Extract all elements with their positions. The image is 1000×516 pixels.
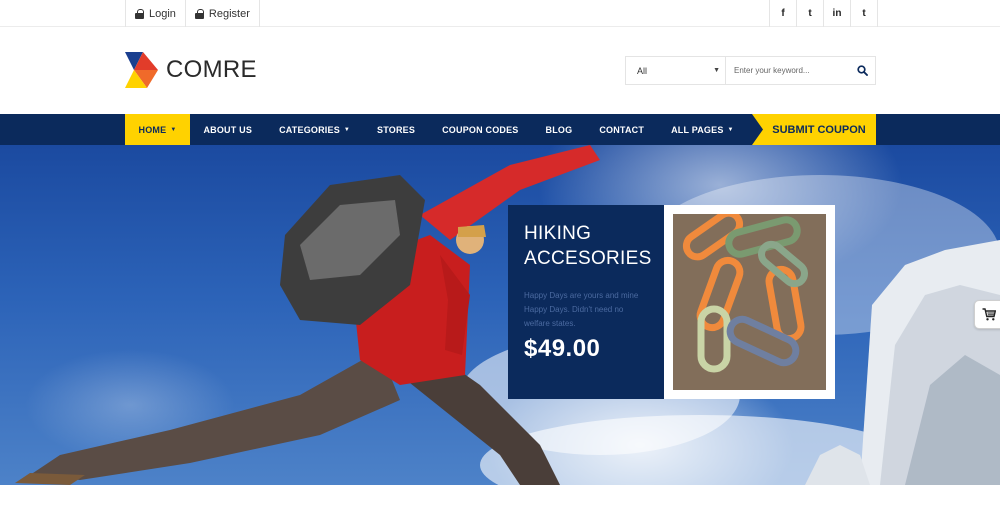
hero-background-image xyxy=(15,145,1000,485)
lock-icon xyxy=(194,8,204,19)
logo-mark-icon xyxy=(125,52,158,88)
promo-title-line-1: HIKING xyxy=(524,223,592,244)
nav-item-label: STORES xyxy=(377,124,416,135)
tumblr-link[interactable]: t xyxy=(851,0,878,27)
nav-item-contact[interactable]: CONTACT xyxy=(586,114,658,145)
nav-item-label: ALL PAGES xyxy=(671,124,724,135)
promo-title: HIKING ACCESORIES xyxy=(524,221,652,271)
nav-item-stores[interactable]: STORES xyxy=(364,114,429,145)
nav-item-categories[interactable]: CATEGORIES ▼ xyxy=(266,114,364,145)
logo[interactable]: COMRE xyxy=(125,52,257,88)
nav-item-coupon-codes[interactable]: COUPON CODES xyxy=(429,114,532,145)
nav-item-home[interactable]: HOME ▼ xyxy=(125,114,190,145)
tumblr-icon: t xyxy=(862,8,866,19)
submit-coupon-button[interactable]: SUBMIT COUPON xyxy=(752,114,876,145)
nav-item-label: CONTACT xyxy=(599,124,645,135)
promo-title-line-2: ACCESORIES xyxy=(524,248,652,269)
twitter-icon: t xyxy=(808,8,812,19)
facebook-link[interactable]: f xyxy=(770,0,797,27)
register-link[interactable]: Register xyxy=(186,0,260,27)
cart-button[interactable] xyxy=(974,300,1000,329)
promo-product-image[interactable] xyxy=(664,205,835,399)
nav-item-label: CATEGORIES xyxy=(279,124,340,135)
nav-item-blog[interactable]: BLOG xyxy=(532,114,586,145)
top-bar: Login Register f t in t xyxy=(0,0,1000,27)
nav-menu: HOME ▼ ABOUT US CATEGORIES ▼ STORES COUPON COD… xyxy=(125,114,747,145)
nav-item-label: BLOG xyxy=(545,124,573,135)
nav-item-all-pages[interactable]: ALL PAGES ▼ xyxy=(658,114,748,145)
search-input[interactable] xyxy=(726,57,849,84)
carabiners-image xyxy=(673,214,826,390)
register-label: Register xyxy=(208,7,250,20)
chevron-down-icon: ▼ xyxy=(727,126,734,133)
nav-item-about-us[interactable]: ABOUT US xyxy=(190,114,266,145)
chevron-down-icon: ▼ xyxy=(713,67,720,74)
hero-banner: HIKING ACCESORIES Happy Days are yours a… xyxy=(0,145,1000,485)
auth-links: Login Register xyxy=(125,0,260,27)
search-button[interactable] xyxy=(849,57,875,84)
social-links: f t in t xyxy=(769,0,878,27)
nav-item-label: COUPON CODES xyxy=(442,124,519,135)
linkedin-link[interactable]: in xyxy=(824,0,851,27)
lock-icon xyxy=(135,8,144,19)
promo-card[interactable]: HIKING ACCESORIES Happy Days are yours a… xyxy=(508,205,664,399)
twitter-link[interactable]: t xyxy=(797,0,824,27)
search-form: All ▼ xyxy=(625,56,876,85)
login-link[interactable]: Login xyxy=(126,0,186,27)
linkedin-icon: in xyxy=(832,8,842,19)
site-header: COMRE All ▼ xyxy=(0,27,1000,115)
chevron-down-icon: ▼ xyxy=(343,126,351,133)
facebook-icon: f xyxy=(781,8,785,19)
promo-description: Happy Days are yours and mine Happy Days… xyxy=(524,291,639,328)
search-category-select[interactable]: All ▼ xyxy=(626,57,726,84)
shopping-cart-icon xyxy=(982,308,996,321)
search-icon xyxy=(856,65,868,76)
search-category-value: All xyxy=(637,65,648,76)
main-nav: HOME ▼ ABOUT US CATEGORIES ▼ STORES COUPON COD… xyxy=(0,114,1000,145)
chevron-down-icon: ▼ xyxy=(170,126,177,133)
logo-text: COMRE xyxy=(166,56,257,83)
promo-price: $49.00 xyxy=(524,335,601,362)
login-label: Login xyxy=(149,7,176,20)
nav-item-label: ABOUT US xyxy=(203,124,253,135)
nav-item-label: HOME xyxy=(138,124,167,135)
